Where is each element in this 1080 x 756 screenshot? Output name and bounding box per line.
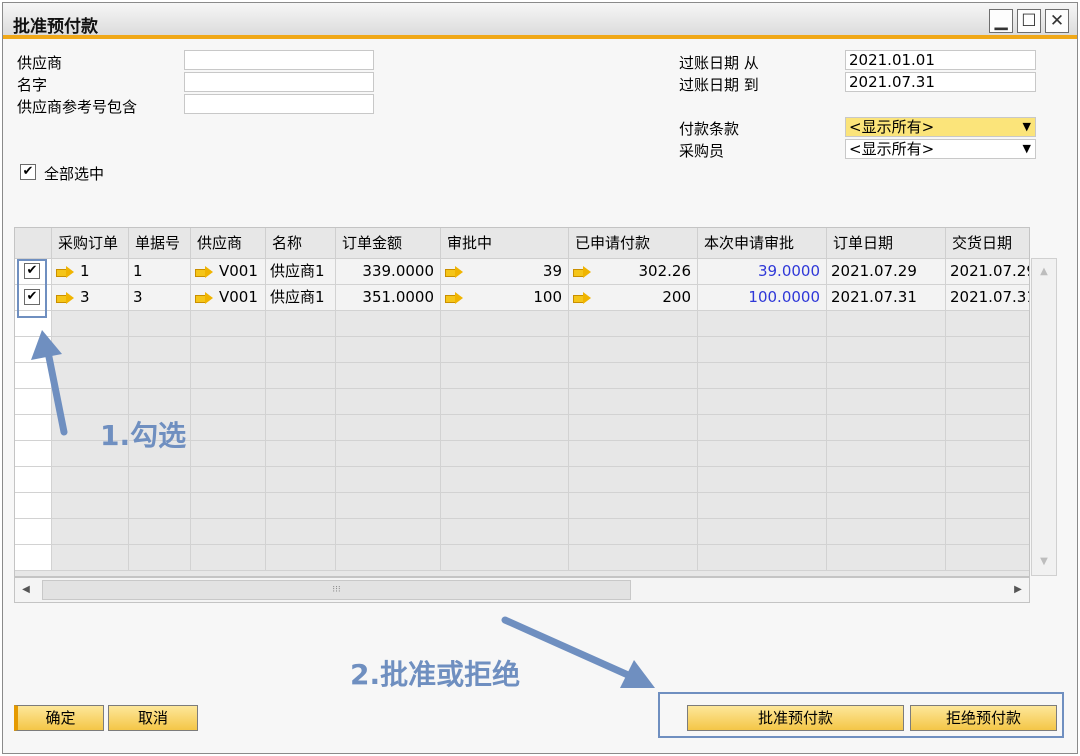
posting-to-label: 过账日期 到 — [679, 76, 759, 94]
vendor-ref-label: 供应商参考号包含 — [17, 98, 138, 116]
horizontal-scrollbar[interactable]: ◀ ⁝⁝⁝ ▶ — [14, 577, 1030, 603]
table-cell-order-date: 2021.07.29 — [827, 259, 946, 285]
table-cell-po[interactable]: 3 — [52, 285, 129, 311]
row-header-corner — [15, 228, 52, 259]
checkbox-highlight-box — [17, 259, 47, 318]
step2-annotation: 2.批准或拒绝 — [350, 658, 521, 691]
table-cell-name: 供应商1 — [266, 285, 336, 311]
link-arrow-icon[interactable] — [56, 265, 74, 278]
link-arrow-icon[interactable] — [445, 291, 463, 304]
table-cell-vendor[interactable]: V001 — [191, 285, 266, 311]
payment-terms-value: <显示所有> — [849, 118, 935, 136]
table-cell-order-date: 2021.07.31 — [827, 285, 946, 311]
vendor-field[interactable] — [184, 50, 374, 70]
dropdown-arrow-icon: ▼ — [1022, 142, 1031, 155]
table-cell-amount: 351.0000 — [336, 285, 441, 311]
column-header[interactable]: 供应商 — [191, 228, 266, 259]
link-arrow-icon[interactable] — [195, 265, 213, 278]
name-label: 名字 — [17, 76, 48, 94]
table-cell-applied[interactable]: 302.26 — [569, 259, 698, 285]
select-all-checkbox[interactable]: ✔ — [20, 164, 36, 180]
scroll-up-icon[interactable]: ▲ — [1032, 261, 1056, 283]
prepayment-table: 采购订单 单据号 供应商 名称 订单金额 审批中 已申请付款 本次申请审批 订单… — [14, 227, 1030, 577]
table-cell-name: 供应商1 — [266, 259, 336, 285]
action-buttons-highlight-box — [658, 692, 1064, 738]
table-cell-approving[interactable]: 39 — [441, 259, 569, 285]
ok-button[interactable]: 确定 — [14, 705, 104, 731]
posting-to-field[interactable]: 2021.07.31 — [845, 72, 1036, 92]
column-header[interactable]: 名称 — [266, 228, 336, 259]
link-arrow-icon[interactable] — [56, 291, 74, 304]
column-header[interactable]: 本次申请审批 — [698, 228, 827, 259]
table-cell-vendor[interactable]: V001 — [191, 259, 266, 285]
payment-terms-dropdown[interactable]: <显示所有> ▼ — [845, 117, 1036, 137]
vendor-label: 供应商 — [17, 54, 63, 72]
table-cell-doc: 3 — [129, 285, 191, 311]
link-arrow-icon[interactable] — [573, 265, 591, 278]
table-cell-delivery-date: 2021.07.29 — [946, 259, 1029, 285]
scroll-right-icon[interactable]: ▶ — [1007, 578, 1029, 602]
dropdown-arrow-icon: ▼ — [1022, 120, 1031, 133]
select-all-label: 全部选中 — [44, 165, 105, 183]
column-header[interactable]: 采购订单 — [52, 228, 129, 259]
column-header[interactable]: 订单金额 — [336, 228, 441, 259]
table-cell-this-request[interactable]: 39.0000 — [698, 259, 827, 285]
column-header[interactable]: 交货日期 — [946, 228, 1029, 259]
maximize-button[interactable]: ☐ — [1017, 9, 1041, 33]
link-arrow-icon[interactable] — [573, 291, 591, 304]
close-button[interactable]: ✕ — [1045, 9, 1069, 33]
title-bar: 批准预付款 ▁ ☐ ✕ — [3, 3, 1077, 39]
buyer-value: <显示所有> — [849, 140, 935, 158]
minimize-button[interactable]: ▁ — [989, 9, 1013, 33]
vertical-scrollbar[interactable]: ▲ ▼ — [1031, 258, 1057, 576]
column-header[interactable]: 单据号 — [129, 228, 191, 259]
table-cell-applied[interactable]: 200 — [569, 285, 698, 311]
posting-from-field[interactable]: 2021.01.01 — [845, 50, 1036, 70]
column-header[interactable]: 审批中 — [441, 228, 569, 259]
name-field[interactable] — [184, 72, 374, 92]
buyer-dropdown[interactable]: <显示所有> ▼ — [845, 139, 1036, 159]
scroll-thumb[interactable]: ⁝⁝⁝ — [42, 580, 631, 600]
cancel-button[interactable]: 取消 — [108, 705, 198, 731]
payment-terms-label: 付款条款 — [679, 120, 740, 138]
table-cell-doc: 1 — [129, 259, 191, 285]
link-arrow-icon[interactable] — [195, 291, 213, 304]
buyer-label: 采购员 — [679, 142, 725, 160]
scroll-left-icon[interactable]: ◀ — [15, 578, 37, 602]
posting-from-label: 过账日期 从 — [679, 54, 759, 72]
step1-annotation: 1.勾选 — [100, 419, 187, 452]
table-cell-delivery-date: 2021.07.31 — [946, 285, 1029, 311]
table-cell-amount: 339.0000 — [336, 259, 441, 285]
link-arrow-icon[interactable] — [445, 265, 463, 278]
table-cell-this-request[interactable]: 100.0000 — [698, 285, 827, 311]
vendor-ref-field[interactable] — [184, 94, 374, 114]
table-cell-approving[interactable]: 100 — [441, 285, 569, 311]
window-title: 批准预付款 — [13, 17, 98, 37]
table-cell-po[interactable]: 1 — [52, 259, 129, 285]
column-header[interactable]: 订单日期 — [827, 228, 946, 259]
scroll-down-icon[interactable]: ▼ — [1032, 551, 1056, 573]
column-header[interactable]: 已申请付款 — [569, 228, 698, 259]
